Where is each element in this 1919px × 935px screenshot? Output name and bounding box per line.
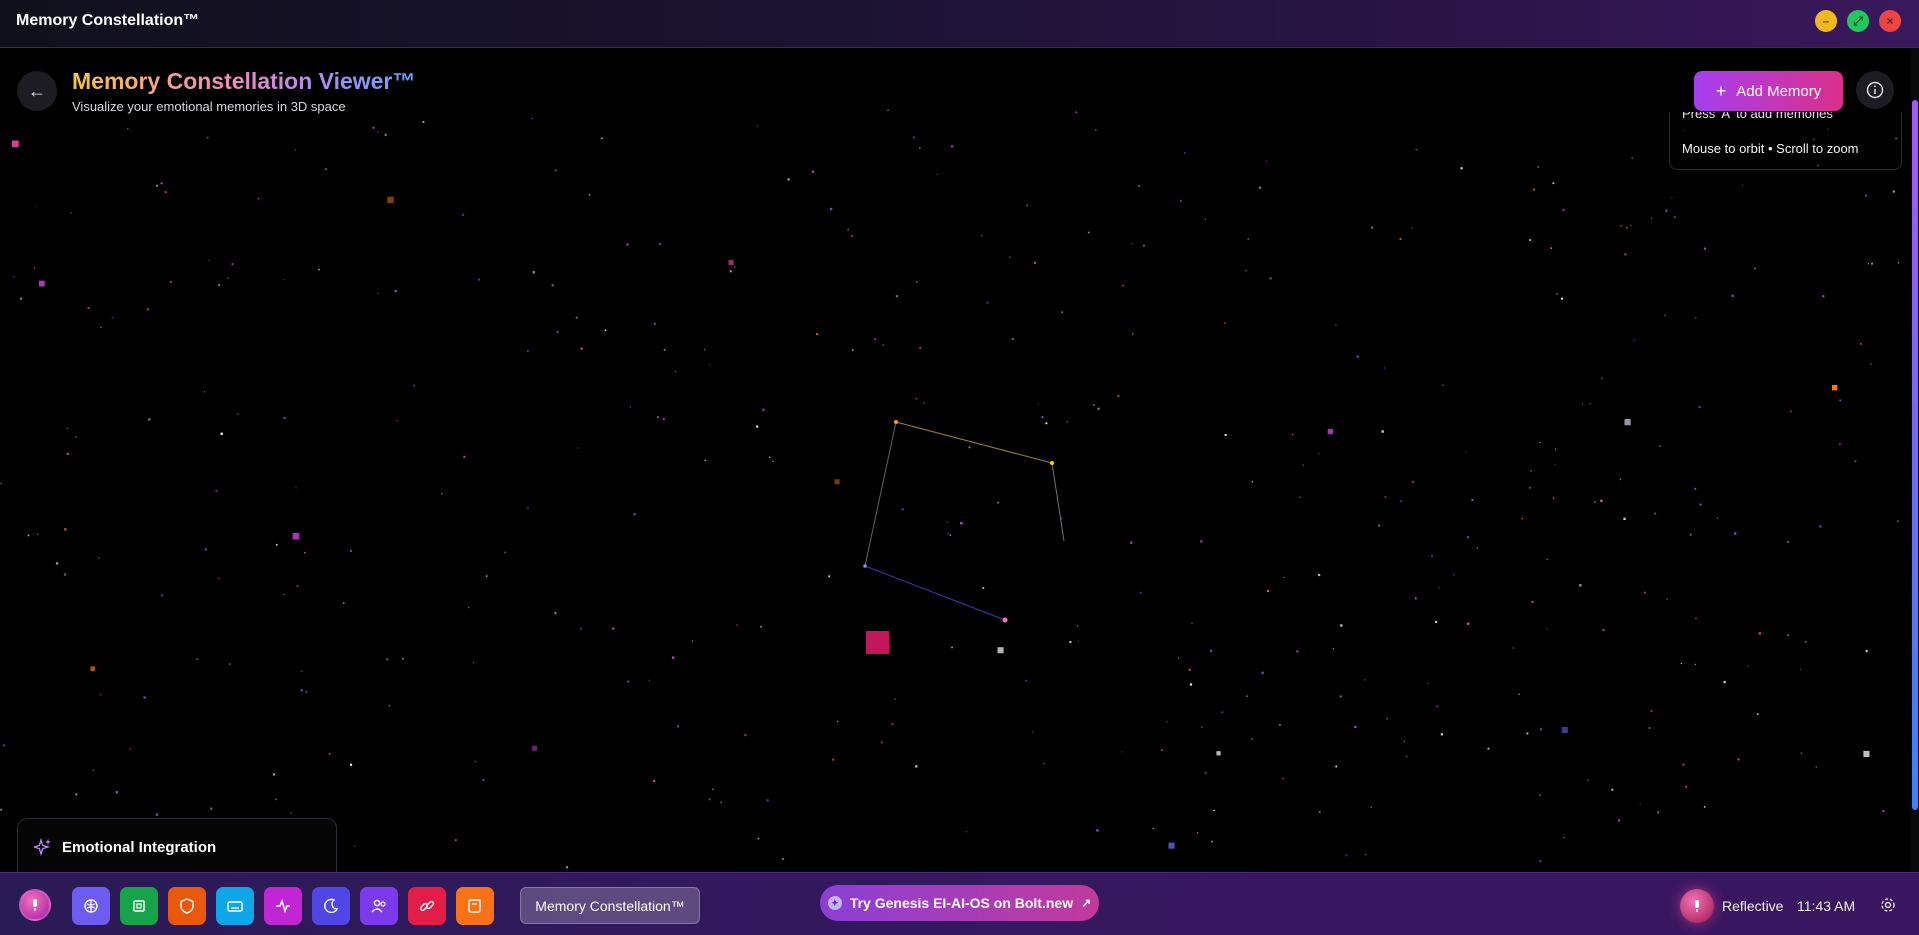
scrollbar-thumb[interactable] [1912,100,1918,810]
microphone-icon [1695,900,1699,912]
clock: 11:43 AM [1797,898,1856,914]
taskbar-app-activity[interactable] [264,887,302,925]
taskbar-app-shield[interactable] [168,887,206,925]
activity-icon [276,898,290,914]
plus-icon: + [1715,80,1727,101]
info-icon [1866,81,1884,99]
taskbar-app-cpu[interactable] [120,887,158,925]
close-button[interactable]: × [1879,10,1901,32]
taskbar-app-keyboard[interactable] [216,887,254,925]
info-button[interactable] [1856,71,1894,109]
constellation-lines [863,420,1065,654]
users-icon [371,899,386,913]
constellation-canvas[interactable] [0,49,1911,872]
shield-icon [180,898,194,914]
back-button[interactable]: ← [17,71,57,111]
taskbar-app-users[interactable] [360,887,398,925]
add-memory-button[interactable]: + Add Memory [1694,71,1843,111]
memory-star [894,420,898,424]
cpu-icon [133,900,145,912]
brain-icon [84,899,98,913]
taskbar-app-link[interactable] [408,887,446,925]
arrow-left-icon: ← [28,80,46,101]
memory-link [895,421,1053,464]
sparkle-icon: ✦ [827,896,842,910]
moon-icon [324,898,339,914]
memory-star [1002,617,1008,623]
taskbar-app-brain[interactable] [72,887,110,925]
taskbar-app-moon[interactable] [312,887,350,925]
mood-avatar[interactable] [1680,889,1714,923]
minimize-button[interactable]: – [1815,10,1837,32]
window-title: Memory Constellation™ [16,12,200,29]
app-window: Memory Constellation™ – ⤢ × ← Memory Con… [0,0,1919,935]
memory-link [864,421,897,567]
taskbar-window-memory-constellation[interactable]: Memory Constellation™ [520,887,700,924]
bolt-promo-label: Try Genesis EI-AI-OS on Bolt.new [849,895,1074,911]
help-text-add: Press 'A' to add memories [1682,112,1833,121]
title-bar: Memory Constellation™ – ⤢ × [0,0,1919,48]
controls-help-panel: Press 'A' to add memories Mouse to orbit… [1669,112,1902,170]
page-title: Memory Constellation Viewer™ [72,68,416,94]
scrollbar[interactable] [1911,48,1919,872]
taskbar-app-scroll[interactable] [456,887,494,925]
maximize-button[interactable]: ⤢ [1847,10,1869,32]
external-link-icon: ↗ [1081,896,1092,910]
close-icon: × [1886,14,1894,28]
mood-status: Reflective [1722,898,1784,914]
memory-star [863,564,867,568]
sparkles-icon [34,838,51,856]
user-avatar[interactable] [19,889,51,921]
microphone-icon [33,899,37,911]
gear-icon [1881,898,1895,912]
taskbar: Memory Constellation™ ✦ Try Genesis EI-A… [0,872,1919,935]
keyboard-icon [227,901,243,912]
memory-link [1051,462,1065,542]
scroll-icon [468,899,481,913]
page-subtitle: Visualize your emotional memories in 3D … [72,99,346,114]
help-text-navigation: Mouse to orbit • Scroll to zoom [1682,141,1859,156]
emotional-integration-title: Emotional Integration [62,839,217,856]
memory-star [1050,461,1054,465]
emotional-integration-panel[interactable]: Emotional Integration [17,818,337,878]
minimize-icon: – [1822,14,1830,28]
bolt-promo-button[interactable]: ✦ Try Genesis EI-AI-OS on Bolt.new ↗ [820,885,1099,921]
settings-button[interactable] [1876,893,1900,917]
maximize-icon: ⤢ [1853,13,1863,28]
memory-link [864,565,1006,621]
memory-node [866,631,889,654]
link-icon [419,900,435,912]
add-memory-label: Add Memory [1736,82,1822,100]
